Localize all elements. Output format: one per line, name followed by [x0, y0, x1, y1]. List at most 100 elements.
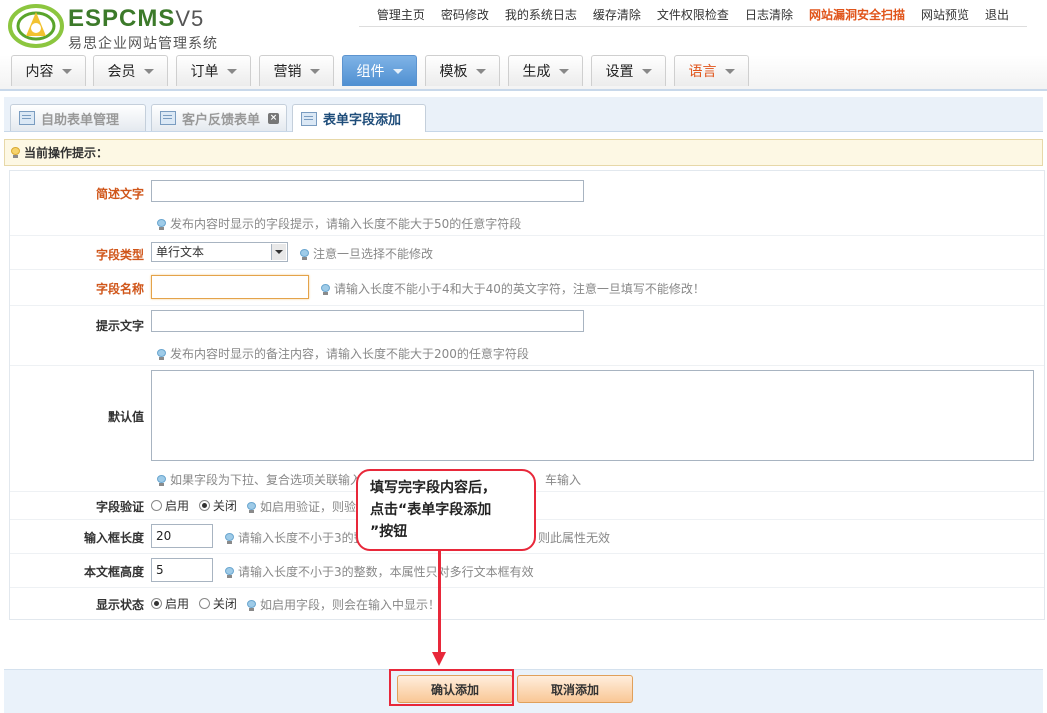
display-enable-radio[interactable]: [151, 598, 162, 609]
top-link-log-clear[interactable]: 日志清除: [745, 6, 793, 23]
text-height-hint: 请输入长度不小于3的整数，本属性只对多行文本框有效: [238, 565, 534, 579]
cancel-add-button[interactable]: 取消添加: [517, 675, 633, 703]
lightbulb-icon: [247, 502, 256, 513]
nav-tab-generate[interactable]: 生成: [508, 55, 583, 86]
nav-tab-components[interactable]: 组件: [342, 55, 417, 86]
label-field-type: 字段类型: [95, 248, 144, 262]
input-length-input[interactable]: [151, 524, 213, 548]
lightbulb-icon: [157, 475, 166, 486]
label-tip-text: 提示文字: [95, 319, 144, 333]
lightbulb-icon: [157, 219, 166, 230]
label-validation: 字段验证: [95, 500, 144, 514]
row-text-height: 本文框高度 请输入长度不小于3的整数，本属性只对多行文本框有效: [10, 553, 1044, 588]
lightbulb-icon: [11, 147, 20, 158]
chevron-down-icon: [61, 68, 72, 74]
default-value-hint-tail: 车输入: [545, 473, 582, 487]
field-type-value: 单行文本: [156, 245, 205, 259]
description-hint: 发布内容时显示的字段提示，请输入长度不能大于50的任意字符段: [170, 217, 522, 231]
top-link-permission[interactable]: 文件权限检查: [657, 6, 729, 23]
instruction-callout: 填写完字段内容后， 点击“表单字段添加 ”按钮: [356, 469, 536, 551]
field-type-hint: 注意一旦选择不能修改: [313, 247, 434, 261]
row-tip-text: 提示文字 发布内容时显示的备注内容，请输入长度不能大于200的任意字符段: [10, 305, 1044, 366]
chevron-down-icon: [392, 68, 403, 74]
callout-line-3: ”按钮: [370, 524, 408, 540]
default-value-hint: 如果字段为下拉、复合选项关联输入: [170, 473, 363, 487]
top-link-logout[interactable]: 退出: [985, 6, 1009, 23]
lightbulb-icon: [225, 567, 234, 578]
description-input[interactable]: [151, 180, 584, 202]
chevron-down-icon: [641, 68, 652, 74]
display-status-hint: 如启用字段，则会在输入中显示！: [260, 598, 441, 612]
close-icon[interactable]: ×: [268, 112, 280, 124]
lightbulb-icon: [321, 284, 330, 295]
callout-line-2: 点击“表单字段添加: [370, 502, 492, 518]
operation-tip-text: 当前操作提示：: [24, 146, 109, 160]
tip-text-input[interactable]: [151, 310, 584, 332]
field-name-hint: 请输入长度不能小于4和大于40的英文字符，注意一旦填写不能修改！: [334, 282, 705, 296]
callout-line-1: 填写完字段内容后，: [370, 480, 496, 496]
logo-text: ESPCMS: [68, 5, 176, 32]
operation-tip-bar: 当前操作提示：: [4, 139, 1043, 166]
nav-tab-settings[interactable]: 设置: [591, 55, 666, 86]
top-link-preview[interactable]: 网站预览: [921, 6, 969, 23]
top-link-password[interactable]: 密码修改: [441, 6, 489, 23]
arrow-down-icon: [432, 652, 446, 666]
label-display-status: 显示状态: [95, 598, 144, 612]
confirm-highlight-box: [389, 669, 514, 706]
chevron-down-icon: [558, 68, 569, 74]
row-description: 简述文字 发布内容时显示的字段提示，请输入长度不能大于50的任意字符段: [10, 171, 1044, 236]
header: ESPCMSV5 易思企业网站管理系统 管理主页 密码修改 我的系统日志 缓存清…: [0, 0, 1047, 91]
lightbulb-icon: [300, 249, 309, 260]
top-links: 管理主页 密码修改 我的系统日志 缓存清除 文件权限检查 日志清除 网站漏洞安全…: [358, 2, 1027, 27]
label-default-value: 默认值: [107, 410, 144, 424]
nav-tab-member[interactable]: 会员: [93, 55, 168, 86]
field-name-input[interactable]: [151, 275, 309, 299]
nav-tab-language[interactable]: 语言: [674, 55, 749, 86]
label-description: 简述文字: [95, 187, 144, 201]
label-input-length: 输入框长度: [83, 531, 144, 545]
chevron-down-icon: [309, 68, 320, 74]
input-length-hint-tail: 则此属性无效: [538, 531, 611, 545]
lightbulb-icon: [247, 600, 256, 611]
form-icon: [19, 111, 35, 125]
sub-tab-feedback-form[interactable]: 客户反馈表单 ×: [151, 104, 287, 131]
default-value-textarea[interactable]: [151, 370, 1034, 461]
top-link-home[interactable]: 管理主页: [377, 6, 425, 23]
tip-text-hint: 发布内容时显示的备注内容，请输入长度不能大于200的任意字符段: [170, 347, 529, 361]
nav-tab-order[interactable]: 订单: [176, 55, 251, 86]
top-link-security-scan[interactable]: 网站漏洞安全扫描: [809, 6, 905, 23]
validation-disable-radio[interactable]: [198, 500, 210, 511]
nav-tab-template[interactable]: 模板: [425, 55, 500, 86]
field-form: 简述文字 发布内容时显示的字段提示，请输入长度不能大于50的任意字符段 字段类型…: [9, 170, 1045, 620]
chevron-down-icon: [226, 68, 237, 74]
main-nav: 内容 会员 订单 营销 组件 模板 生成 设置 语言: [0, 55, 1047, 91]
lightbulb-icon: [225, 533, 234, 544]
validation-hint: 如启用验证，则验证: [260, 500, 369, 514]
display-disable-radio[interactable]: [198, 598, 210, 609]
top-link-cache[interactable]: 缓存清除: [593, 6, 641, 23]
dropdown-arrow-icon: [271, 244, 286, 260]
field-type-select[interactable]: 单行文本: [151, 242, 288, 262]
chevron-down-icon: [724, 68, 735, 74]
sub-tab-field-add[interactable]: 表单字段添加: [292, 104, 426, 132]
form-icon: [160, 111, 176, 125]
logo-icon: [8, 4, 64, 48]
nav-tab-marketing[interactable]: 营销: [259, 55, 334, 86]
chevron-down-icon: [143, 68, 154, 74]
sub-tab-bar: 自助表单管理 客户反馈表单 × 表单字段添加: [4, 97, 1043, 132]
chevron-down-icon: [475, 68, 486, 74]
logo-subtitle: 易思企业网站管理系统: [68, 36, 218, 52]
sub-tab-form-manage[interactable]: 自助表单管理: [10, 104, 146, 131]
text-height-input[interactable]: [151, 558, 213, 582]
brand-logo[interactable]: ESPCMSV5 易思企业网站管理系统: [8, 4, 238, 52]
form-icon: [301, 111, 317, 126]
row-display-status: 显示状态 启用 关闭 如启用字段，则会在输入中显示！: [10, 587, 1044, 619]
nav-tab-content[interactable]: 内容: [11, 55, 86, 86]
callout-arrow-line: [438, 551, 441, 655]
validation-enable-radio[interactable]: [151, 500, 162, 511]
top-link-log[interactable]: 我的系统日志: [505, 6, 577, 23]
logo-version: V5: [175, 6, 205, 31]
row-field-name: 字段名称 请输入长度不能小于4和大于40的英文字符，注意一旦填写不能修改！: [10, 269, 1044, 306]
input-length-hint: 请输入长度不小于3的整: [238, 531, 366, 545]
label-field-name: 字段名称: [95, 282, 144, 296]
